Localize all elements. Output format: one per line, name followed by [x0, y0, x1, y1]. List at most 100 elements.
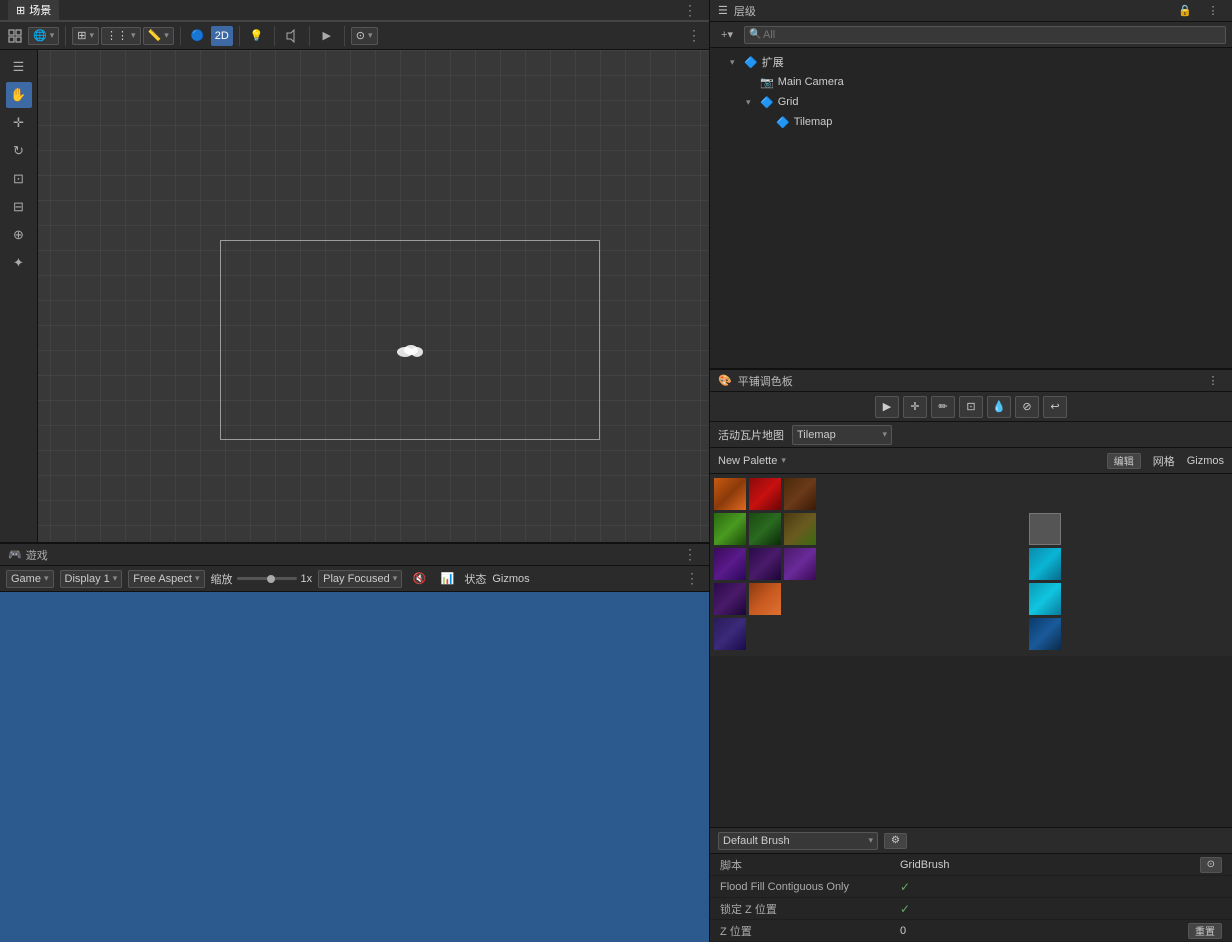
- scene-toolbar-more[interactable]: ⋮: [683, 27, 705, 44]
- tile-cell[interactable]: [714, 618, 746, 650]
- game-label: Game: [11, 573, 41, 585]
- tile-cell[interactable]: [749, 478, 781, 510]
- render-mode-btn[interactable]: 🔵: [187, 26, 209, 46]
- expand-icon: 🔷: [744, 56, 758, 69]
- grid-label: Grid: [778, 96, 799, 108]
- toolbar-grid-dropdown[interactable]: ⋮⋮▾: [101, 27, 141, 45]
- tile-cell[interactable]: [714, 478, 746, 510]
- grid-icon: 🔷: [760, 96, 774, 109]
- effects-dropdown[interactable]: ⊙▾: [351, 27, 378, 45]
- audio-btn[interactable]: [281, 26, 303, 46]
- game-toolbar-more[interactable]: ⋮: [681, 570, 703, 587]
- lt-rotate-btn[interactable]: ↻: [6, 138, 32, 164]
- brush-dropdown[interactable]: Default Brush ▾: [718, 832, 878, 850]
- tile-cell[interactable]: [714, 583, 746, 615]
- display-label: Display 1: [65, 573, 110, 585]
- palette-move-btn[interactable]: ✛: [903, 396, 927, 418]
- palette-box-btn[interactable]: ⊡: [959, 396, 983, 418]
- lt-custom-btn[interactable]: ✦: [6, 250, 32, 276]
- scene-canvas: ☰ ✋ ✛ ↻ ⊡ ⊟ ⊕ ✦: [0, 50, 709, 542]
- anim-btn[interactable]: ▶: [316, 26, 338, 46]
- brush-settings-btn[interactable]: ⚙: [884, 833, 907, 849]
- palette-erase-btn[interactable]: ⊘: [1015, 396, 1039, 418]
- game-audio-btn[interactable]: 🔇: [408, 569, 430, 589]
- tile-cell[interactable]: [749, 548, 781, 580]
- lt-pan-btn[interactable]: ✋: [6, 82, 32, 108]
- play-focused-dropdown[interactable]: Play Focused ▾: [318, 570, 402, 588]
- brush-flood-fill-row: Flood Fill Contiguous Only ✓: [710, 876, 1232, 898]
- palette-edit-btn[interactable]: 编辑: [1107, 453, 1141, 469]
- tile-cell[interactable]: [749, 513, 781, 545]
- lt-transform-btn[interactable]: ⊕: [6, 222, 32, 248]
- hierarchy-header: ☰ 层级 🔒 ⋮: [710, 0, 1232, 22]
- tree-item-tilemap[interactable]: ▸ 🔷 Tilemap: [710, 112, 1232, 132]
- brush-header: Default Brush ▾ ⚙: [710, 828, 1232, 854]
- right-panel: ☰ 层级 🔒 ⋮ + ▾ 🔍 ▾: [710, 0, 1232, 942]
- tab-game[interactable]: 🎮 遊戏: [8, 547, 48, 563]
- brush-script-row: 脚本 GridBrush ⊙: [710, 854, 1232, 876]
- game-view: 🎮 遊戏 ⋮ Game ▾ Display 1 ▾ Free Aspect ▾: [0, 542, 710, 942]
- tab-scene[interactable]: ⊞ 场景: [8, 0, 59, 20]
- zoom-value: 1x: [301, 573, 313, 585]
- game-canvas: [0, 592, 709, 942]
- palette-select-btn[interactable]: ▶: [875, 396, 899, 418]
- hierarchy-add-btn[interactable]: + ▾: [716, 25, 738, 45]
- tree-item-grid[interactable]: ▾ 🔷 Grid: [710, 92, 1232, 112]
- reset-btn[interactable]: 重置: [1188, 923, 1222, 939]
- tile-cell[interactable]: [784, 478, 816, 510]
- palette-grid-label: 网格: [1153, 453, 1175, 469]
- toolbar-ruler-dropdown[interactable]: 📏▾: [143, 27, 174, 45]
- toolbar-view-btn[interactable]: [4, 26, 26, 46]
- tile-cell[interactable]: [1029, 583, 1061, 615]
- tile-cell[interactable]: [784, 513, 816, 545]
- hierarchy-more-btn[interactable]: ⋮: [1202, 1, 1224, 21]
- tile-cell[interactable]: [714, 513, 746, 545]
- toolbar-globe-dropdown[interactable]: 🌐▾: [28, 27, 59, 45]
- tile-cell[interactable]: [714, 548, 746, 580]
- palette-name-btn[interactable]: New Palette ▾: [718, 455, 786, 467]
- hierarchy-search-input[interactable]: [744, 26, 1226, 44]
- z-pos-label: Z 位置: [720, 923, 900, 939]
- tree-item-main-camera[interactable]: ▸ 📷 Main Camera: [710, 72, 1232, 92]
- light-btn[interactable]: 💡: [246, 26, 268, 46]
- camera-icon: 📷: [760, 76, 774, 89]
- scene-view: ⊞ 场景 ⋮: [0, 0, 710, 542]
- lt-rect-btn[interactable]: ⊟: [6, 194, 32, 220]
- game-stats-btn[interactable]: 📊: [436, 569, 458, 589]
- tilemap-label: Tilemap: [794, 116, 833, 128]
- brush-script-value: GridBrush: [900, 859, 1200, 871]
- tile-cell[interactable]: [1029, 548, 1061, 580]
- brush-script-label: 脚本: [720, 857, 900, 873]
- palette-fill-btn[interactable]: ↩: [1043, 396, 1067, 418]
- palette-header-icon: 🎨: [718, 374, 732, 387]
- display-dropdown[interactable]: Display 1 ▾: [60, 570, 123, 588]
- tile-cell[interactable]: [784, 548, 816, 580]
- palette-paint-btn[interactable]: ✏: [931, 396, 955, 418]
- game-dropdown[interactable]: Game ▾: [6, 570, 54, 588]
- tree-item-expand[interactable]: ▾ 🔷 扩展: [710, 52, 1232, 72]
- tile-cell[interactable]: [1029, 618, 1061, 650]
- lt-move-btn[interactable]: ✛: [6, 110, 32, 136]
- brush-panel: Default Brush ▾ ⚙ 脚本 GridBrush ⊙ Flood F…: [710, 827, 1232, 942]
- zoom-slider[interactable]: [237, 577, 297, 580]
- aspect-dropdown[interactable]: Free Aspect ▾: [128, 570, 204, 588]
- scene-menu-btn[interactable]: ⋮: [679, 2, 701, 19]
- lt-menu-btn[interactable]: ☰: [6, 54, 32, 80]
- tile-cell[interactable]: [749, 583, 781, 615]
- tilemap-select[interactable]: Tilemap ▾: [792, 425, 892, 445]
- hierarchy-lock-btn[interactable]: 🔒: [1174, 1, 1196, 21]
- zoom-control: 缩放 1x: [211, 571, 313, 587]
- game-toolbar: Game ▾ Display 1 ▾ Free Aspect ▾ 缩放 1x: [0, 566, 709, 592]
- brush-script-btn[interactable]: ⊙: [1200, 857, 1222, 873]
- game-tab-label: 遊戏: [26, 547, 48, 563]
- game-menu-btn[interactable]: ⋮: [679, 546, 701, 563]
- tile-cell[interactable]: [1029, 513, 1061, 545]
- mode-2d-btn[interactable]: 2D: [211, 26, 233, 46]
- hierarchy-icon: ☰: [718, 4, 728, 17]
- hierarchy-content: ▾ 🔷 扩展 ▸ 📷 Main Camera ▾ 🔷 Grid ▸ 🔷: [710, 48, 1232, 368]
- toolbar-snap-dropdown[interactable]: ⊞▾: [72, 27, 99, 45]
- palette-pick-btn[interactable]: 💧: [987, 396, 1011, 418]
- palette-more-btn[interactable]: ⋮: [1202, 371, 1224, 391]
- lt-scale-btn[interactable]: ⊡: [6, 166, 32, 192]
- scene-object: [395, 340, 425, 358]
